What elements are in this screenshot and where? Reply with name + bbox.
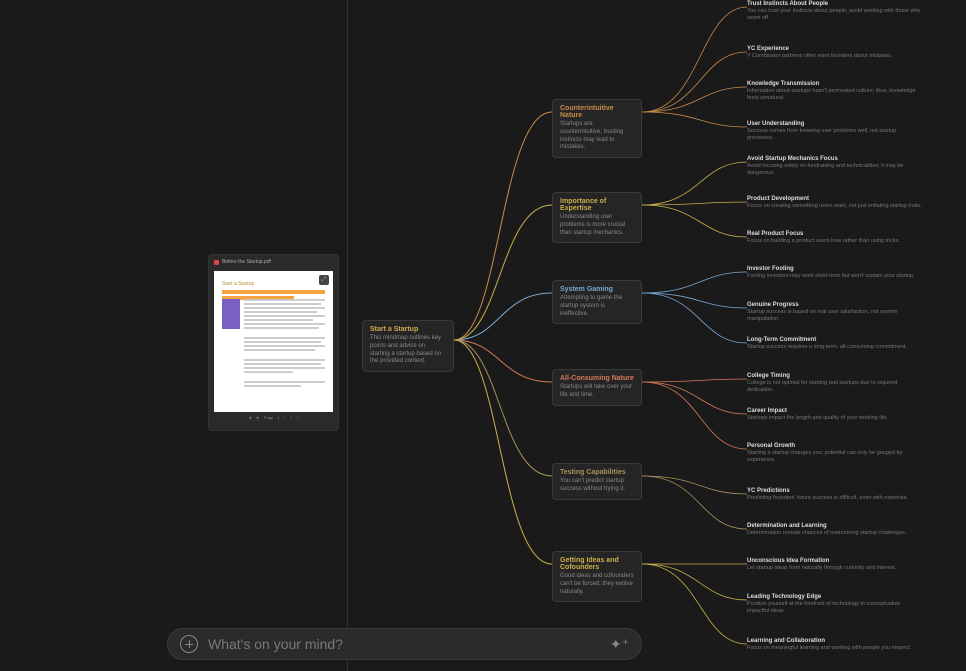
mindmap-leaf-node[interactable]: Unconscious Idea Formation Let startup i… [747,558,922,572]
mindmap-leaf-node[interactable]: Avoid Startup Mechanics Focus Avoid focu… [747,156,922,177]
pdf-toolbar[interactable]: ◄► Page 1 −+⛶ [214,412,333,423]
leaf-desc: College is not optimal for starting real… [747,380,922,394]
leaf-desc: Focus on creating something users want, … [747,203,922,210]
leaf-desc: Information about startups hasn't permea… [747,88,922,102]
mindmap-branch-node[interactable]: Importance of Expertise Understanding us… [552,192,642,243]
leaf-title: Genuine Progress [747,302,922,308]
mindmap-leaf-node[interactable]: Knowledge Transmission Information about… [747,81,922,102]
branch-desc: Attempting to game the startup system is… [560,295,634,318]
branch-title: System Gaming [560,286,634,293]
leaf-desc: Starting a startup changes you; potentia… [747,450,922,464]
leaf-title: Knowledge Transmission [747,81,922,87]
mindmap-leaf-node[interactable]: Product Development Focus on creating so… [747,196,922,210]
mindmap-branch-node[interactable]: Counterintuitive Nature Startups are cou… [552,99,642,158]
leaf-title: Personal Growth [747,443,922,449]
mindmap-leaf-node[interactable]: Investor Fooling Fooling investors may w… [747,266,922,280]
pdf-page-number: 1 [277,415,279,420]
pdf-expand-button[interactable]: ⤢ [319,275,329,285]
root-title: Start a Startup [370,326,446,333]
sparkle-icon[interactable]: ✦⁺ [610,636,629,653]
branch-title: Testing Capabilities [560,469,634,476]
leaf-desc: Startups impact the length and quality o… [747,415,922,422]
leaf-title: Real Product Focus [747,231,922,237]
mindmap-leaf-node[interactable]: Genuine Progress Startup success is base… [747,302,922,323]
leaf-title: Avoid Startup Mechanics Focus [747,156,922,162]
branch-title: Importance of Expertise [560,198,634,212]
leaf-title: Trust Instincts About People [747,1,922,7]
mindmap-leaf-node[interactable]: Long-Term Commitment Startup success req… [747,337,922,351]
branch-title: Getting Ideas and Cofounders [560,557,634,571]
mindmap-leaf-node[interactable]: Career Impact Startups impact the length… [747,408,922,422]
mindmap-leaf-node[interactable]: College Timing College is not optimal fo… [747,373,922,394]
branch-title: Counterintuitive Nature [560,105,634,119]
plus-icon[interactable] [180,635,198,653]
leaf-title: Determination and Learning [747,523,922,529]
pdf-block-highlight [222,299,240,329]
pdf-doc-heading: Start a Startup [222,281,325,287]
branch-desc: Good ideas and cofounders can't be force… [560,573,634,596]
branch-desc: Startups are counterintuitive; trusting … [560,121,634,152]
mindmap-branch-node[interactable]: Getting Ideas and Cofounders Good ideas … [552,551,642,602]
branch-title: All-Consuming Nature [560,375,634,382]
leaf-title: Product Development [747,196,922,202]
mindmap-leaf-node[interactable]: Real Product Focus Focus on building a p… [747,231,922,245]
mindmap-leaf-node[interactable]: Learning and Collaboration Focus on mean… [747,638,922,652]
mindmap-branch-node[interactable]: All-Consuming Nature Startups will take … [552,369,642,406]
mindmap-root-node[interactable]: Start a Startup This mindmap outlines ke… [362,320,454,372]
leaf-title: User Understanding [747,121,922,127]
leaf-desc: Fooling investors may work short-term bu… [747,273,922,280]
pdf-header: Before the Startup.pdf [209,255,338,269]
mindmap-leaf-node[interactable]: Trust Instincts About People You can tru… [747,1,922,22]
pdf-body-text [244,299,325,389]
mindmap-leaf-node[interactable]: YC Predictions Predicting founders' futu… [747,488,922,502]
mindmap-branch-node[interactable]: System Gaming Attempting to game the sta… [552,280,642,324]
branch-desc: Startups will take over your life and ti… [560,384,634,400]
leaf-title: Unconscious Idea Formation [747,558,922,564]
prompt-placeholder[interactable]: What's on your mind? [208,636,600,652]
mindmap-branch-node[interactable]: Testing Capabilities You can't predict s… [552,463,642,500]
leaf-title: College Timing [747,373,922,379]
leaf-desc: Position yourself at the forefront of te… [747,601,922,615]
mindmap-leaf-node[interactable]: YC Experience Y Combinator partners ofte… [747,46,922,60]
leaf-title: Learning and Collaboration [747,638,922,644]
leaf-desc: Y Combinator partners often warn founder… [747,53,922,60]
branch-desc: You can't predict startup success withou… [560,478,634,494]
leaf-title: Leading Technology Edge [747,594,922,600]
leaf-desc: Predicting founders' future success is d… [747,495,922,502]
mindmap-leaf-node[interactable]: Determination and Learning Determination… [747,523,922,537]
prompt-bar[interactable]: What's on your mind? ✦⁺ [167,628,642,660]
leaf-title: YC Predictions [747,488,922,494]
mindmap-leaf-node[interactable]: Personal Growth Starting a startup chang… [747,443,922,464]
leaf-desc: Startup success is based on real user sa… [747,309,922,323]
leaf-title: Long-Term Commitment [747,337,922,343]
pdf-highlight [222,290,325,294]
leaf-title: YC Experience [747,46,922,52]
leaf-desc: Focus on meaningful learning and working… [747,645,922,652]
pdf-page-preview: ⤢ Start a Startup ◄► Page 1 −+⛶ [214,271,333,423]
pdf-filename: Before the Startup.pdf [222,259,271,265]
mindmap-leaf-node[interactable]: User Understanding Success comes from kn… [747,121,922,142]
leaf-desc: Let startup ideas form naturally through… [747,565,922,572]
leaf-desc: Determination reveals chances of overcom… [747,530,922,537]
leaf-desc: Avoid focusing solely on fundraising and… [747,163,922,177]
leaf-desc: Startup success requires a long-term, al… [747,344,922,351]
leaf-title: Career Impact [747,408,922,414]
pdf-page-label: Page [264,415,273,420]
branch-desc: Understanding user problems is more cruc… [560,214,634,237]
root-desc: This mindmap outlines key points and adv… [370,335,446,366]
mindmap-leaf-node[interactable]: Leading Technology Edge Position yoursel… [747,594,922,615]
leaf-desc: Focus on building a product users love r… [747,238,922,245]
vertical-divider [347,0,348,671]
pdf-preview-card[interactable]: Before the Startup.pdf ⤢ Start a Startup… [208,254,339,431]
leaf-desc: You can trust your instincts about peopl… [747,8,922,22]
leaf-title: Investor Fooling [747,266,922,272]
leaf-desc: Success comes from knowing user problems… [747,128,922,142]
pdf-file-icon [214,260,219,265]
